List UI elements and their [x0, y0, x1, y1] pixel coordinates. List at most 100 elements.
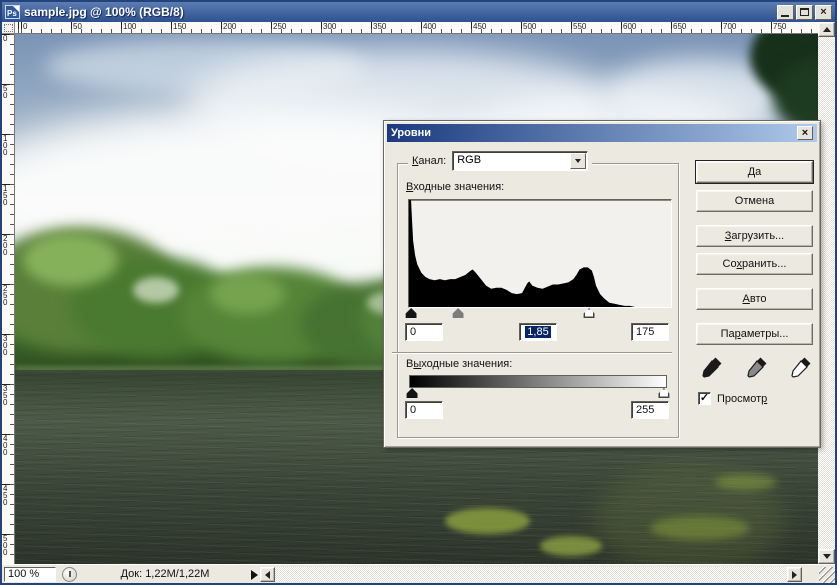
vertical-ruler: 0 50 100 150 200 250 300 350 400 450 500	[2, 34, 15, 564]
minimize-icon	[781, 14, 789, 17]
ok-button[interactable]: Да	[696, 161, 813, 183]
input-values-label: Входные значения:	[406, 181, 505, 193]
input-black-slider[interactable]	[405, 308, 417, 318]
ruler-tick-label: 250	[273, 22, 287, 31]
ruler-tick-label: 200	[223, 22, 237, 31]
status-popup-icon[interactable]	[62, 567, 77, 582]
input-gamma-slider[interactable]	[452, 308, 464, 318]
ruler-tick-label: 600	[623, 22, 637, 31]
ruler-tick-label: 400	[423, 22, 437, 31]
scroll-right-button[interactable]	[787, 567, 802, 582]
button-label: Да	[747, 166, 762, 178]
levels-dialog-title: Уровни	[391, 127, 432, 139]
ruler-tick-label: 350	[373, 22, 387, 31]
channel-dropdown-button[interactable]	[570, 153, 587, 169]
eyedropper-row	[700, 355, 813, 381]
dialog-close-button[interactable]: ×	[797, 126, 813, 140]
main-area: 0 50 100 150 200 250 300 350 400 450 500 550 600 650 7…	[2, 22, 835, 564]
close-icon: ×	[820, 6, 827, 18]
arrow-down-icon	[822, 554, 831, 563]
scroll-down-button[interactable]	[818, 549, 835, 564]
input-gamma-field[interactable]: 1,85	[519, 323, 557, 341]
ruler-tick-label: 150	[3, 184, 8, 207]
zoom-level-field[interactable]: 100 %	[4, 567, 56, 582]
gray-point-eyedropper[interactable]	[745, 355, 769, 379]
output-values-label: Выходные значения:	[406, 358, 513, 370]
chevron-down-icon	[575, 159, 582, 166]
white-point-eyedropper[interactable]	[789, 355, 813, 379]
ruler-tick-label: 550	[573, 22, 587, 31]
ruler-tick-label: 650	[673, 22, 687, 31]
resize-grip[interactable]	[819, 567, 835, 583]
window-titlebar[interactable]: Ps sample.jpg @ 100% (RGB/8) ×	[2, 2, 835, 22]
close-icon: ×	[801, 127, 809, 139]
load-button[interactable]: Загрузить...	[696, 225, 813, 247]
arrow-left-icon	[261, 570, 270, 579]
output-black-field[interactable]: 0	[405, 401, 443, 419]
ruler-tick-label: 450	[3, 484, 8, 507]
ruler-tick-label: 350	[3, 384, 8, 407]
document-size-info: Док: 1,22М/1,22М	[120, 568, 210, 580]
close-button[interactable]: ×	[815, 4, 832, 20]
ruler-tick-label: 250	[3, 284, 8, 307]
arrow-right-icon	[792, 570, 801, 579]
scroll-up-button[interactable]	[818, 22, 835, 37]
options-button[interactable]: Параметры...	[696, 323, 813, 345]
cancel-button[interactable]: Отмена	[696, 190, 813, 212]
ruler-tick-label: 700	[723, 22, 737, 31]
ruler-origin[interactable]	[2, 22, 15, 34]
status-bar: 100 % Док: 1,22М/1,22М	[2, 564, 835, 583]
output-white-field[interactable]: 255	[631, 401, 669, 419]
horizontal-scrollbar-track[interactable]	[275, 567, 787, 582]
save-button[interactable]: Сохранить...	[696, 253, 813, 275]
arrow-up-icon	[822, 23, 831, 32]
input-black-field[interactable]: 0	[405, 323, 443, 341]
channel-select[interactable]: RGB	[452, 151, 589, 171]
ruler-tick-label: 500	[3, 534, 8, 557]
ruler-tick-label: 300	[3, 334, 8, 357]
histogram	[408, 199, 672, 308]
ruler-tick-label: 0	[3, 34, 8, 43]
black-point-eyedropper[interactable]	[700, 355, 724, 379]
ruler-tick-label: 300	[323, 22, 337, 31]
section-divider	[392, 352, 672, 354]
levels-dialog: Уровни × Канал: RGB Входные значения: 0 …	[383, 120, 821, 448]
button-label: Авто	[742, 293, 767, 305]
preview-label: Просмотр	[717, 393, 768, 405]
horizontal-ruler: 0 50 100 150 200 250 300 350 400 450 500 550 600 650 7…	[15, 22, 818, 34]
ruler-tick-label: 400	[3, 434, 8, 457]
input-slider-track[interactable]	[405, 308, 672, 319]
preview-checkbox[interactable]: ✓	[698, 392, 711, 405]
button-label: Сохранить...	[722, 258, 787, 270]
input-white-field[interactable]: 175	[631, 323, 669, 341]
auto-button[interactable]: Авто	[696, 288, 813, 310]
button-label: Отмена	[734, 195, 775, 207]
output-gradient-bar	[409, 375, 667, 388]
checkmark-icon: ✓	[699, 392, 710, 404]
photoshop-document-window: Ps sample.jpg @ 100% (RGB/8) × 0 50 100 150…	[0, 0, 837, 585]
ruler-tick-label: 750	[773, 22, 787, 31]
ruler-tick-label: 150	[173, 22, 187, 31]
maximize-button[interactable]	[796, 4, 813, 20]
button-label: Загрузить...	[724, 230, 785, 242]
ruler-tick-label: 100	[3, 134, 8, 157]
ruler-tick-label: 0	[23, 22, 28, 31]
selected-text: 1,85	[525, 326, 551, 338]
channel-label: Канал:	[412, 155, 447, 167]
photoshop-ps-icon: Ps	[5, 5, 20, 19]
output-black-slider[interactable]	[406, 388, 418, 398]
output-slider-track[interactable]	[406, 388, 670, 399]
input-white-slider[interactable]	[583, 308, 595, 318]
button-label: Параметры...	[720, 328, 789, 340]
ruler-tick-label: 100	[123, 22, 137, 31]
maximize-icon	[800, 8, 809, 16]
ruler-tick-label: 50	[3, 84, 8, 100]
ruler-tick-label: 50	[73, 22, 82, 31]
ruler-tick-label: 450	[473, 22, 487, 31]
minimize-button[interactable]	[777, 4, 794, 20]
window-title: sample.jpg @ 100% (RGB/8)	[24, 5, 184, 19]
levels-dialog-titlebar[interactable]: Уровни ×	[387, 124, 817, 142]
scroll-left-button[interactable]	[260, 567, 275, 582]
ruler-tick-label: 500	[523, 22, 537, 31]
ruler-tick-label: 200	[3, 234, 8, 257]
